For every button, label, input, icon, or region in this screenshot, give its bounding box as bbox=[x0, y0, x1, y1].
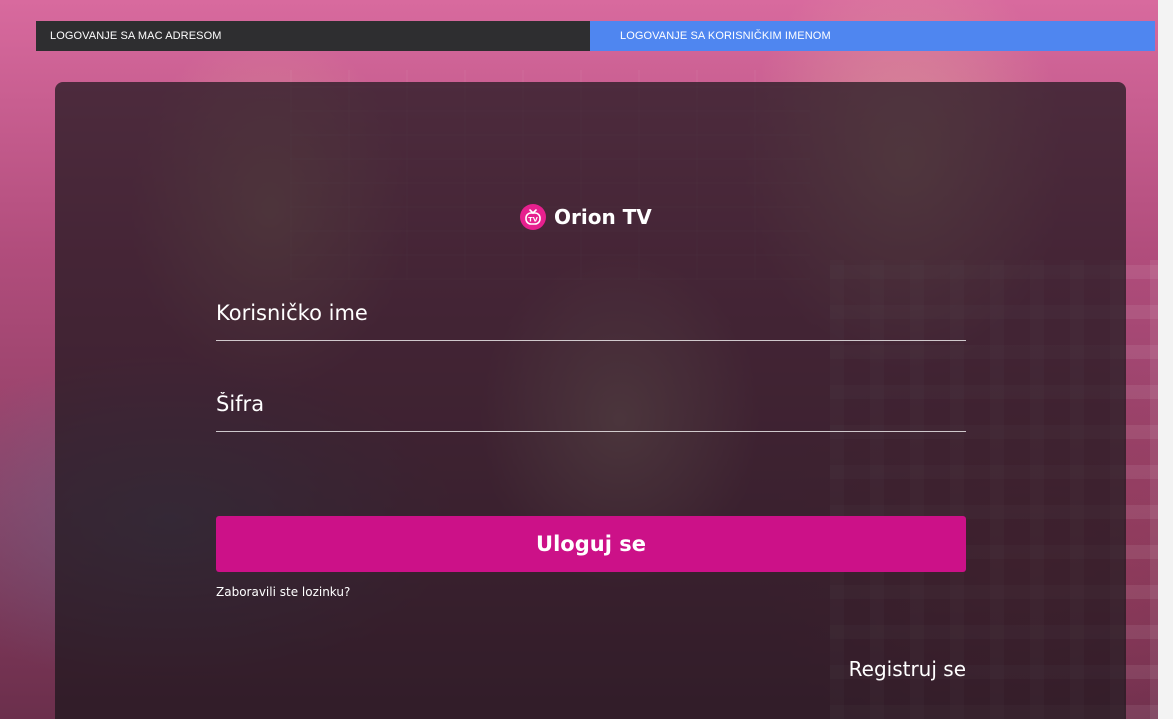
login-method-tabs: LOGOVANJE SA MAC ADRESOM LOGOVANJE SA KO… bbox=[36, 21, 1155, 51]
forgot-password-link[interactable]: Zaboravili ste lozinku? bbox=[216, 585, 350, 599]
tab-mac-address-label: LOGOVANJE SA MAC ADRESOM bbox=[50, 30, 222, 42]
brand-name: Orion TV bbox=[554, 205, 652, 229]
login-screen: LOGOVANJE SA MAC ADRESOM LOGOVANJE SA KO… bbox=[0, 0, 1173, 719]
tab-mac-address-login[interactable]: LOGOVANJE SA MAC ADRESOM bbox=[36, 21, 590, 51]
login-button[interactable]: Uloguj se bbox=[216, 516, 966, 572]
tab-username-login[interactable]: LOGOVANJE SA KORISNIČKIM IMENOM bbox=[590, 21, 1155, 51]
register-link[interactable]: Registruj se bbox=[849, 657, 966, 681]
password-field bbox=[216, 384, 966, 432]
tv-icon: TV bbox=[520, 204, 546, 230]
username-input[interactable] bbox=[216, 293, 966, 333]
brand-logo: TV Orion TV bbox=[520, 200, 652, 234]
scrollbar-gutter bbox=[1158, 0, 1173, 719]
tab-username-label: LOGOVANJE SA KORISNIČKIM IMENOM bbox=[620, 30, 831, 42]
tv-icon-text: TV bbox=[528, 215, 537, 223]
password-input[interactable] bbox=[216, 384, 966, 424]
username-field bbox=[216, 293, 966, 341]
